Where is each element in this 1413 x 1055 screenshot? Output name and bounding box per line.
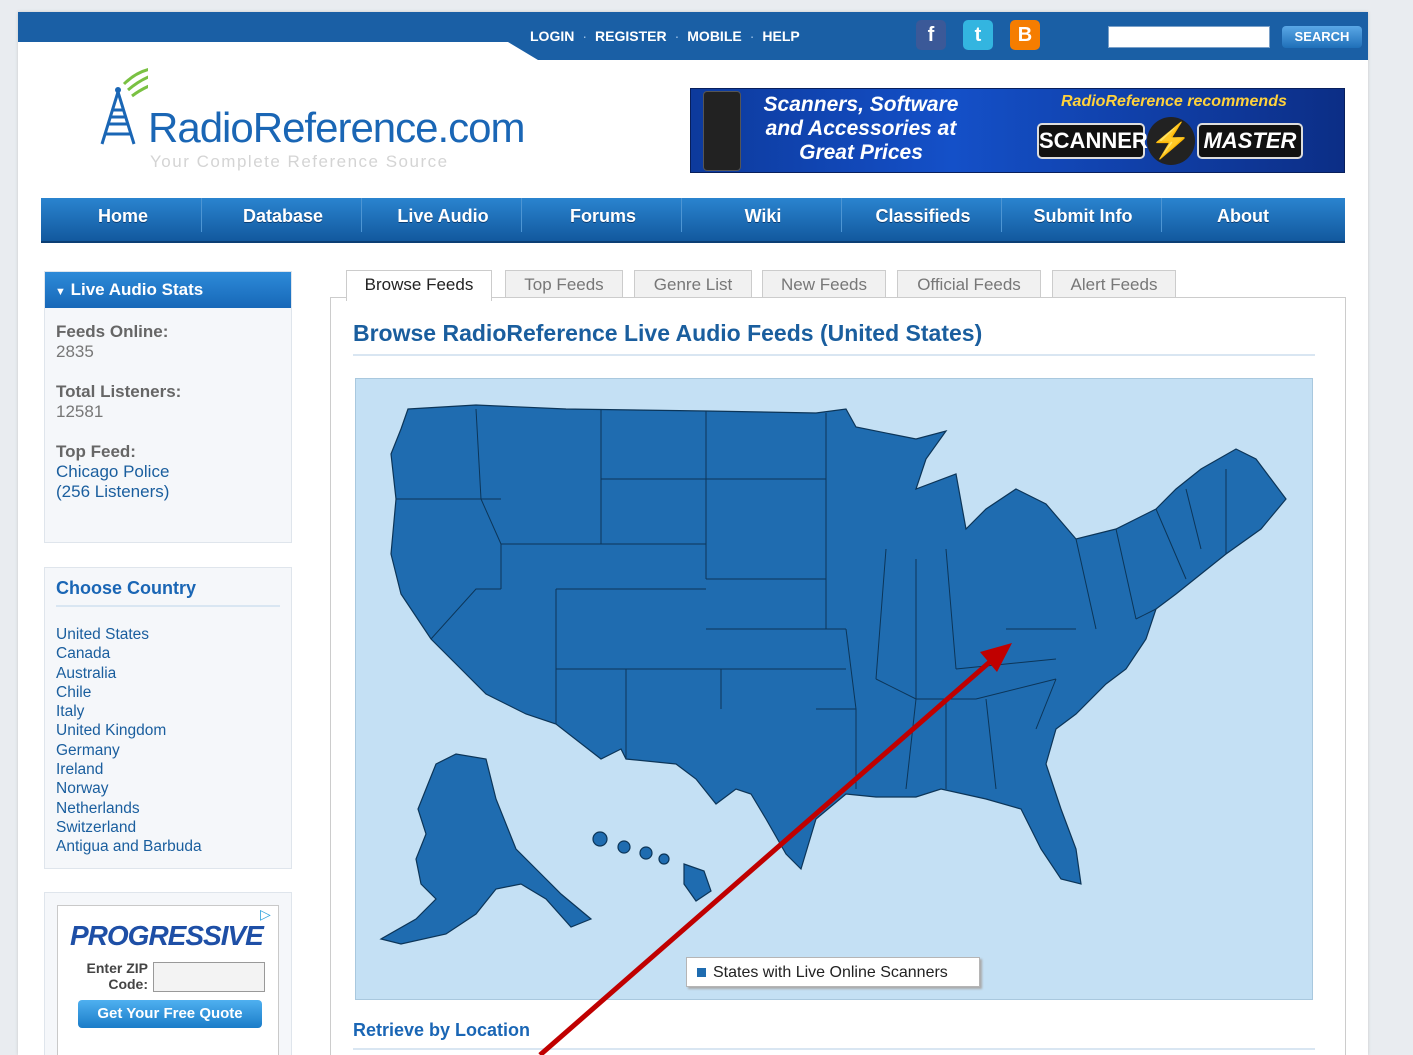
progressive-ad-box: ▷ PROGRESSIVE Enter ZIP Code: Get Your F…	[44, 892, 292, 1055]
nav-database[interactable]: Database	[205, 198, 362, 232]
nav-about[interactable]: About	[1165, 198, 1321, 232]
zip-code-input[interactable]	[153, 962, 265, 992]
free-quote-button[interactable]: Get Your Free Quote	[78, 1000, 262, 1028]
nav-home[interactable]: Home	[45, 198, 202, 232]
us-states-map: States with Live Online Scanners	[355, 378, 1313, 1000]
hawaii-island[interactable]	[658, 853, 670, 865]
register-link[interactable]: REGISTER	[595, 28, 667, 44]
logo-tagline: Your Complete Reference Source	[150, 152, 449, 171]
nav-classifieds[interactable]: Classifieds	[845, 198, 1002, 232]
tab-official-feeds[interactable]: Official Feeds	[897, 270, 1041, 299]
site-logo[interactable]: RadioReference.com Your Complete Referen…	[88, 62, 558, 182]
separator: ·	[749, 28, 755, 44]
nav-forums[interactable]: Forums	[525, 198, 682, 232]
separator: ·	[674, 28, 680, 44]
hawaii-island[interactable]	[617, 840, 631, 854]
search-input[interactable]	[1108, 26, 1270, 48]
retrieve-divider	[353, 1048, 1315, 1050]
tab-new-feeds[interactable]: New Feeds	[762, 270, 886, 299]
country-link[interactable]: Switzerland	[56, 818, 291, 837]
mobile-link[interactable]: MOBILE	[687, 28, 741, 44]
nav-submit-info[interactable]: Submit Info	[1005, 198, 1162, 232]
login-link[interactable]: LOGIN	[530, 28, 574, 44]
country-link[interactable]: United Kingdom	[56, 721, 291, 740]
caret-down-icon: ▼	[55, 286, 66, 298]
twitter-icon[interactable]: t	[963, 20, 993, 50]
country-link[interactable]: Ireland	[56, 760, 291, 779]
map-legend: States with Live Online Scanners	[686, 957, 980, 987]
banner-recommends: RadioReference recommends	[1061, 93, 1287, 110]
total-listeners-value: 12581	[56, 402, 104, 421]
legend-label: States with Live Online Scanners	[713, 964, 948, 981]
top-feed-listeners: (256 Listeners)	[56, 482, 170, 501]
tab-alert-feeds[interactable]: Alert Feeds	[1052, 270, 1176, 299]
country-link[interactable]: Italy	[56, 702, 291, 721]
country-link[interactable]: United States	[56, 625, 291, 644]
lightning-icon: ⚡	[1147, 117, 1195, 165]
live-audio-stats-box: ▼ Live Audio Stats Feeds Online: 2835 To…	[44, 271, 292, 543]
progressive-logo: PROGRESSIVE	[70, 920, 264, 951]
progressive-ad[interactable]: ▷ PROGRESSIVE Enter ZIP Code: Get Your F…	[57, 905, 279, 1055]
banner-headline: Scanners, Software and Accessories at Gr…	[763, 93, 959, 164]
title-divider	[353, 354, 1315, 356]
feeds-online-value: 2835	[56, 342, 94, 361]
hawaii-island[interactable]	[639, 846, 653, 860]
facebook-icon[interactable]: f	[916, 20, 946, 50]
logo-text: RadioReference.com	[148, 104, 526, 151]
top-links: LOGIN · REGISTER · MOBILE · HELP	[530, 28, 800, 44]
top-feed-label: Top Feed:	[56, 442, 136, 461]
banner-brand-right: MASTER	[1197, 123, 1303, 159]
separator: ·	[582, 28, 588, 44]
stats-header-label: Live Audio Stats	[70, 280, 204, 299]
us-map-svg	[379, 404, 1287, 945]
scanner-master-banner[interactable]: Scanners, Software and Accessories at Gr…	[690, 88, 1345, 173]
nav-live-audio[interactable]: Live Audio	[365, 198, 522, 232]
main-nav: Home Database Live Audio Forums Wiki Cla…	[41, 198, 1345, 243]
total-listeners-label: Total Listeners:	[56, 382, 182, 401]
country-link[interactable]: Canada	[56, 644, 291, 663]
choose-country-box: Choose Country United States Canada Aust…	[44, 567, 292, 869]
tab-browse-feeds[interactable]: Browse Feeds	[346, 270, 492, 301]
zip-label: Enter ZIP Code:	[86, 960, 148, 992]
page: LOGIN · REGISTER · MOBILE · HELP f t B S…	[18, 12, 1368, 1055]
feeds-online-label: Feeds Online:	[56, 322, 169, 341]
contiguous-us-shape[interactable]	[390, 404, 1287, 885]
help-link[interactable]: HELP	[762, 28, 799, 44]
scanner-radio-icon	[703, 91, 741, 171]
content-panel: Browse RadioReference Live Audio Feeds (…	[330, 297, 1346, 1055]
tab-genre-list[interactable]: Genre List	[634, 270, 752, 299]
top-feed-link[interactable]: Chicago Police	[56, 462, 291, 482]
banner-brand-left: SCANNER	[1037, 123, 1148, 159]
blogger-icon[interactable]: B	[1010, 20, 1040, 50]
hawaii-island[interactable]	[683, 863, 712, 902]
radio-tower-icon	[100, 68, 148, 145]
page-title: Browse RadioReference Live Audio Feeds (…	[353, 320, 983, 346]
tab-top-feeds[interactable]: Top Feeds	[505, 270, 623, 299]
country-link[interactable]: Chile	[56, 683, 291, 702]
country-link[interactable]: Norway	[56, 779, 291, 798]
legend-swatch	[697, 968, 706, 977]
stats-header[interactable]: ▼ Live Audio Stats	[45, 272, 291, 308]
top-bar: LOGIN · REGISTER · MOBILE · HELP f t B S…	[18, 12, 1368, 60]
country-link[interactable]: Germany	[56, 741, 291, 760]
retrieve-by-location-heading: Retrieve by Location	[353, 1020, 531, 1040]
hawaii-island[interactable]	[592, 831, 608, 847]
country-link[interactable]: Australia	[56, 664, 291, 683]
country-link[interactable]: Antigua and Barbuda	[56, 837, 291, 856]
choose-country-title: Choose Country	[56, 578, 280, 607]
search-button[interactable]: SEARCH	[1282, 26, 1362, 48]
country-link[interactable]: Netherlands	[56, 799, 291, 818]
nav-wiki[interactable]: Wiki	[685, 198, 842, 232]
alaska-shape[interactable]	[379, 753, 593, 945]
